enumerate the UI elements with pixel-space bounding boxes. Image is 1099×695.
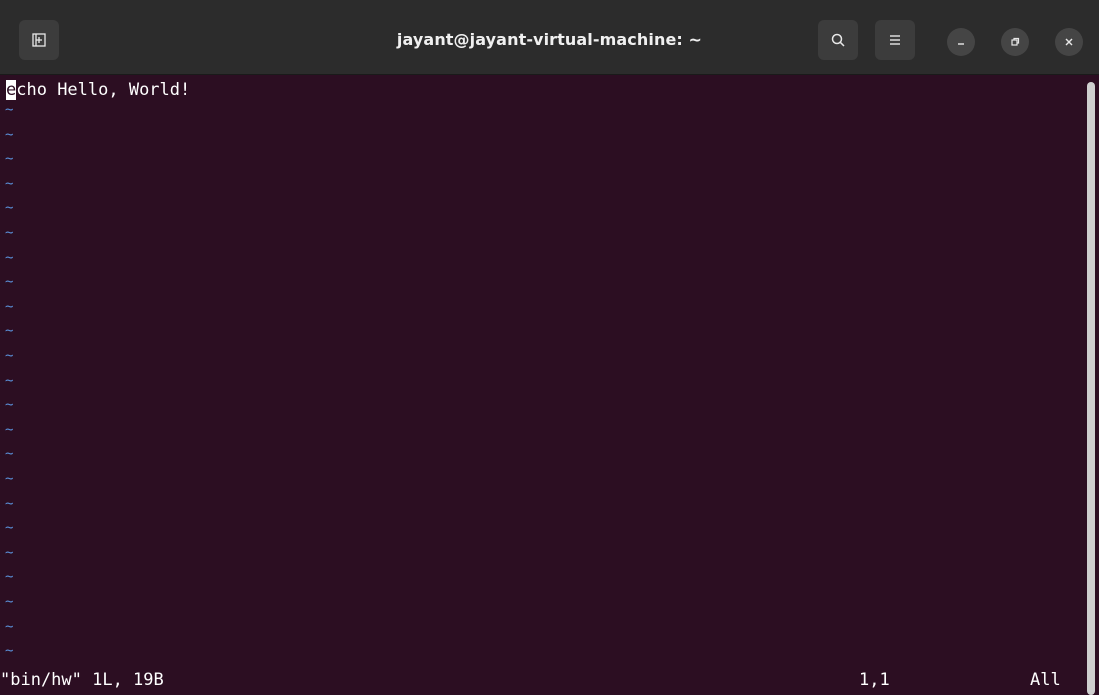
empty-line-tilde: ~ [5, 618, 14, 635]
empty-line-tilde: ~ [5, 594, 14, 610]
search-icon [831, 33, 845, 47]
editor-line-text: cho Hello, World! [16, 80, 191, 100]
empty-line-tilde: ~ [5, 495, 14, 512]
empty-line-tilde: ~ [5, 471, 14, 487]
terminal-content[interactable]: echo Hello, World! ~ ~ ~ ~ ~ ~ ~ ~ ~ ~ ~ ~ ~ ~ ~ ~ ~ ~ ~ ~ ~… [0, 76, 1099, 695]
empty-line-tilde: ~ [5, 421, 14, 438]
empty-line-tilde: ~ [5, 520, 14, 537]
status-scroll-indicator: All [1030, 670, 1061, 690]
empty-line-tilde: ~ [5, 372, 14, 389]
status-cursor-position: 1,1 [859, 670, 890, 690]
window-title: jayant@jayant-virtual-machine: ~ [396, 30, 703, 49]
empty-line-tilde: ~ [5, 544, 14, 561]
empty-line-tilde: ~ [5, 274, 14, 291]
empty-line-tilde: ~ [5, 200, 14, 217]
empty-line-tilde: ~ [5, 225, 14, 241]
menu-button[interactable] [875, 20, 915, 60]
empty-line-tilde: ~ [5, 323, 14, 340]
restore-icon [1011, 37, 1020, 46]
terminal-window: jayant@jayant-virtual-machine: ~ echo He… [0, 0, 1099, 695]
empty-line-tilde: ~ [5, 126, 14, 143]
new-tab-button[interactable] [19, 20, 59, 60]
hamburger-menu-icon [890, 35, 900, 45]
new-tab-icon [32, 33, 46, 47]
empty-line-tilde: ~ [5, 643, 14, 660]
empty-line-tilde: ~ [5, 569, 14, 586]
search-button[interactable] [818, 20, 858, 60]
empty-line-tilde: ~ [5, 397, 14, 414]
empty-line-tilde: ~ [5, 446, 14, 463]
restore-button[interactable] [1001, 28, 1029, 56]
empty-line-tilde: ~ [5, 175, 14, 192]
title-bar: jayant@jayant-virtual-machine: ~ [0, 0, 1099, 75]
editor-line-1: echo Hello, World! [6, 78, 190, 102]
close-icon [1065, 38, 1073, 46]
empty-line-tilde: ~ [5, 298, 14, 315]
empty-line-tilde: ~ [5, 151, 14, 168]
minimize-icon [958, 43, 964, 45]
status-file-info: "bin/hw" 1L, 19B [0, 670, 164, 690]
minimize-button[interactable] [947, 28, 975, 56]
empty-line-tilde: ~ [5, 249, 14, 266]
empty-line-tilde: ~ [5, 102, 14, 118]
scrollbar[interactable] [1087, 82, 1095, 695]
text-cursor: e [6, 80, 17, 100]
empty-line-tilde: ~ [5, 348, 14, 364]
close-button[interactable] [1055, 28, 1083, 56]
